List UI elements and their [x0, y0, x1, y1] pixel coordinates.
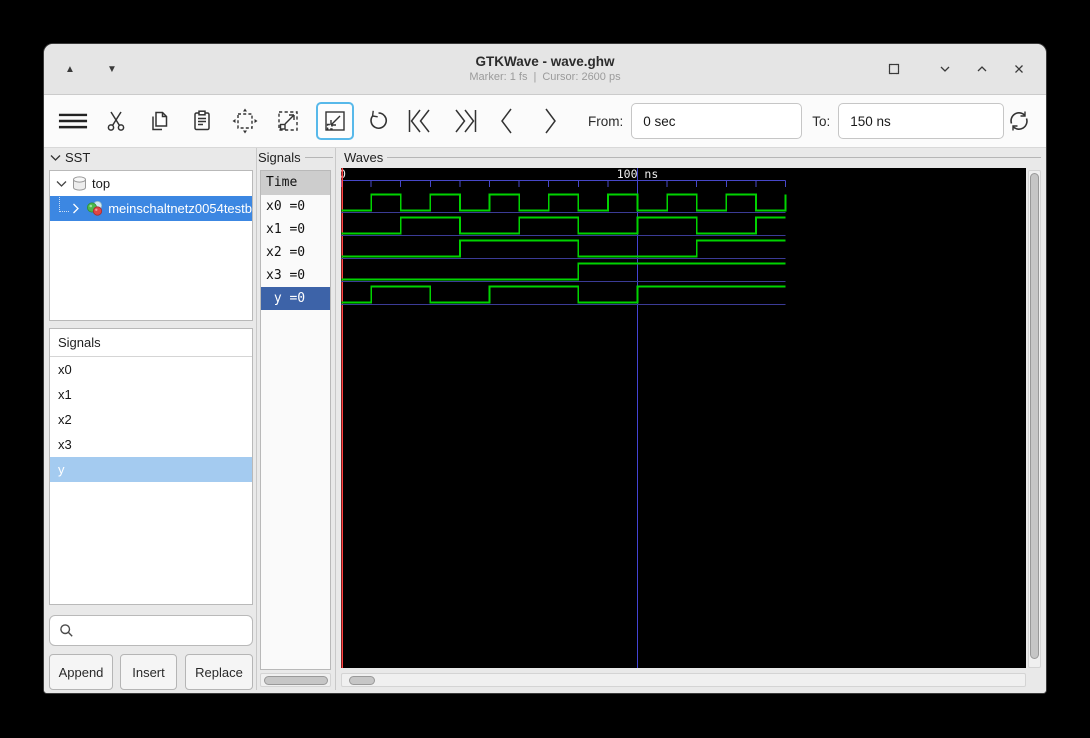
search-icon	[60, 624, 73, 637]
copy-icon[interactable]	[144, 106, 174, 136]
tree-connector	[59, 197, 70, 212]
tree-item-top[interactable]: top	[50, 171, 252, 196]
module-icon	[86, 200, 104, 217]
sst-expander[interactable]: SST	[50, 150, 90, 165]
chevron-down-icon	[50, 154, 61, 161]
wave-canvas[interactable]: 0 100 ns	[339, 167, 1026, 668]
expander-open-icon[interactable]	[54, 180, 68, 188]
sst-label: SST	[65, 150, 91, 165]
desktop: { "window": { "title": "GTKWave - wave.g…	[0, 0, 1090, 738]
from-label: From:	[588, 113, 624, 129]
waves-hscrollbar-thumb[interactable]	[349, 676, 375, 685]
frame-line	[304, 157, 333, 158]
shade-up-button[interactable]: ▲	[60, 59, 80, 79]
replace-button[interactable]: Replace	[185, 654, 253, 690]
pane-splitter-right[interactable]	[335, 148, 336, 690]
waveform-plot: 0 100 ns	[339, 167, 787, 668]
values-frame-label: Signals	[258, 150, 333, 165]
signal-list-item-x3[interactable]: x3	[50, 432, 252, 457]
toolbar: From: To:	[44, 95, 1046, 148]
values-hscrollbar-thumb[interactable]	[264, 676, 328, 685]
to-input[interactable]	[838, 103, 1005, 139]
signal-buttons: Append Insert Replace	[49, 654, 253, 690]
zoom-fit-icon[interactable]	[230, 106, 260, 136]
expander-closed-icon[interactable]	[69, 203, 83, 214]
waves-vscrollbar[interactable]	[1028, 170, 1041, 668]
previous-edge-icon[interactable]	[492, 106, 522, 136]
signal-list-header: Signals	[50, 329, 252, 357]
shade-down-button[interactable]: ▼	[102, 59, 122, 79]
cursor-status: Cursor: 2600 ps	[542, 71, 621, 83]
signal-list-item-x0[interactable]: x0	[50, 357, 252, 382]
values-hscrollbar[interactable]	[260, 673, 331, 687]
signal-list-item-y[interactable]: y	[50, 457, 252, 482]
append-button[interactable]: Append	[49, 654, 113, 690]
time-header[interactable]: Time	[261, 171, 330, 195]
tree-item-label: meinschaltnetz0054testb	[108, 201, 252, 216]
signal-search-input[interactable]	[49, 615, 253, 646]
sst-tree: top meinschaltnetz0054testb	[49, 170, 253, 321]
undo-icon[interactable]	[363, 106, 393, 136]
window-subtitle: Marker: 1 fs | Cursor: 2600 ps	[469, 70, 620, 84]
window-title: GTKWave - wave.ghw	[475, 54, 615, 69]
value-row-x3[interactable]: x3 =0	[261, 264, 330, 287]
signal-list-panel: Signals x0 x1 x2 x3 y	[49, 328, 253, 605]
go-to-start-icon[interactable]	[406, 106, 436, 136]
titlebar[interactable]: ▲ ▼ GTKWave - wave.ghw Marker: 1 fs | Cu…	[44, 44, 1046, 95]
main-content: SST top meinschaltnetz0054testb Signals …	[44, 148, 1046, 693]
value-row-x0[interactable]: x0 =0	[261, 195, 330, 218]
signal-list-item-x1[interactable]: x1	[50, 382, 252, 407]
frame-line	[387, 157, 1041, 158]
maximize-icon[interactable]	[971, 58, 993, 80]
tree-item-module[interactable]: meinschaltnetz0054testb	[50, 196, 252, 221]
close-icon[interactable]	[1008, 58, 1030, 80]
hierarchy-top-icon	[71, 175, 88, 192]
fit-window-icon[interactable]	[883, 58, 905, 80]
subtitle-separator: |	[533, 71, 537, 83]
cut-icon[interactable]	[101, 106, 131, 136]
zoom-in-area-icon[interactable]	[273, 106, 303, 136]
waves-frame-label: Waves	[344, 150, 1041, 165]
reload-icon[interactable]	[1004, 106, 1034, 136]
value-row-x1[interactable]: x1 =0	[261, 218, 330, 241]
pane-splitter-left[interactable]	[256, 148, 257, 690]
waves-hscrollbar[interactable]	[341, 673, 1026, 687]
zoom-out-area-icon[interactable]	[316, 102, 354, 140]
value-row-y[interactable]: y =0	[261, 287, 330, 310]
from-input[interactable]	[631, 103, 803, 139]
minimize-icon[interactable]	[934, 58, 956, 80]
menu-icon[interactable]	[58, 106, 88, 136]
signal-list-item-x2[interactable]: x2	[50, 407, 252, 432]
value-row-x2[interactable]: x2 =0	[261, 241, 330, 264]
tree-item-label: top	[92, 176, 111, 191]
insert-button[interactable]: Insert	[120, 654, 177, 690]
paste-icon[interactable]	[187, 106, 217, 136]
waves-vscrollbar-thumb[interactable]	[1030, 173, 1039, 659]
to-label: To:	[812, 113, 831, 129]
go-to-end-icon[interactable]	[449, 106, 479, 136]
gtkwave-window: ▲ ▼ GTKWave - wave.ghw Marker: 1 fs | Cu…	[44, 44, 1046, 693]
next-edge-icon[interactable]	[535, 106, 565, 136]
marker-status: Marker: 1 fs	[469, 71, 528, 83]
values-panel: Time x0 =0 x1 =0 x2 =0 x3 =0 y =0	[260, 170, 331, 670]
